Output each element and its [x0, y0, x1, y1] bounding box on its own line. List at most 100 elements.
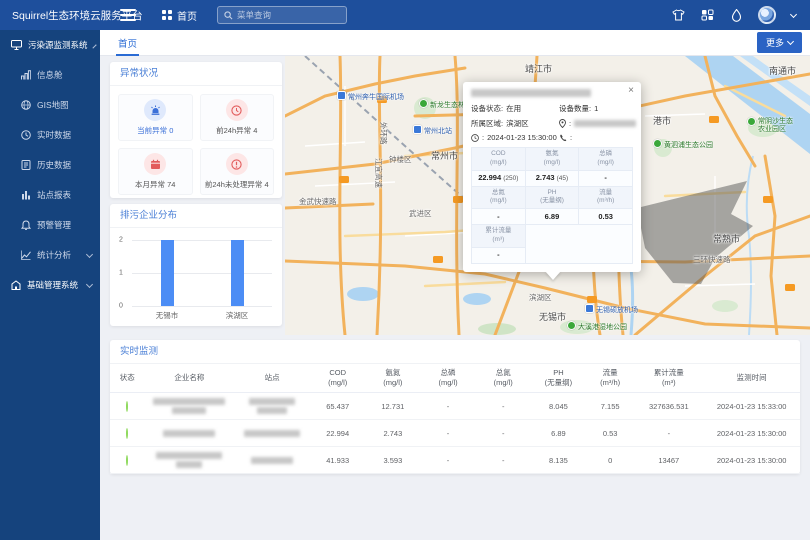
building-icon: [11, 280, 21, 290]
redacted-company: [153, 398, 225, 405]
map-label: 金武快速路: [299, 196, 337, 207]
sidebar-item-label: 站点报表: [37, 189, 71, 201]
train-station-icon: [413, 125, 422, 134]
stat-label: 前24h未处理异常 4: [205, 179, 269, 190]
chart-gridline: [132, 240, 272, 241]
search-icon: [224, 11, 233, 20]
poi-station: 常州北站: [413, 126, 452, 136]
sidebar-item-gis-map[interactable]: GIS地图: [0, 90, 100, 120]
map-label: 钟楼区: [389, 154, 412, 165]
hamburger-menu-icon[interactable]: [120, 6, 136, 24]
map-label: 南通市: [769, 64, 796, 77]
airport-icon: [585, 304, 594, 313]
stat-month-abnormal[interactable]: 本月异常 74: [118, 148, 193, 195]
table-row[interactable]: 41.9333.593 -- 8.1350 134672024-01-23 15…: [110, 447, 800, 474]
redacted-company: [156, 452, 222, 459]
chart-xlabel: 滨湖区: [226, 310, 249, 321]
bar-report-icon: [21, 190, 31, 200]
sidebar-item-label: 信息舱: [37, 69, 63, 81]
sidebar-item-label: 历史数据: [37, 159, 71, 171]
app-logo: Squirrel生态环境云服务平台: [0, 8, 112, 23]
clock-alert-icon: [226, 99, 248, 121]
close-icon[interactable]: ×: [628, 86, 634, 96]
bar-chart-plot: 012无锡市滨湖区: [132, 240, 272, 306]
breadcrumb[interactable]: 首页: [162, 8, 197, 23]
map-label: 靖江市: [525, 62, 552, 75]
location-pin-icon: [559, 119, 566, 128]
map-label: 常州市: [431, 149, 458, 162]
sidebar-group-basic-management[interactable]: 基础管理系统: [0, 270, 100, 300]
park-icon: [567, 321, 576, 330]
siren-icon: [144, 99, 166, 121]
sidebar-item-realtime-data[interactable]: 实时数据: [0, 120, 100, 150]
popup-measurements-table: COD(mg/l) 氨氮(mg/l) 总磷(mg/l) 22.994 (250)…: [471, 147, 633, 264]
park-icon: [653, 139, 662, 148]
gis-map[interactable]: 靖江市 南通市 港市 常州市 钟楼区 武进区 金武快速路 无锡市 滨湖区 常熟市…: [285, 56, 810, 335]
tab-bar: 首页 更多: [100, 30, 810, 56]
stat-unhandled-abnormal[interactable]: 前24h未处理异常 4: [200, 148, 275, 195]
redacted-popup-title: [471, 89, 591, 97]
sidebar-group-label: 污染源监测系统: [28, 39, 88, 51]
sidebar-item-label: 预警管理: [37, 219, 71, 231]
clock-icon: [471, 134, 479, 142]
table-row[interactable]: 65.43712.731 -- 8.0457.155 327636.531202…: [110, 393, 800, 420]
sidebar-item-warning-management[interactable]: 预警管理: [0, 210, 100, 240]
poi-park: 常阴沙生态农业园区: [747, 118, 799, 135]
sidebar-item-info-cabin[interactable]: 信息舱: [0, 60, 100, 90]
poi-park: 大溪港湿地公园: [567, 322, 627, 332]
popup-pointer: [545, 271, 561, 280]
grid-icon: [162, 10, 172, 20]
poi-park: 新龙生态林: [419, 100, 465, 110]
chevron-down-icon: [787, 38, 794, 45]
park-icon: [747, 117, 756, 126]
chevron-down-icon: [86, 250, 93, 257]
chart-ytick: 0: [119, 303, 123, 310]
poi-station: 常州奔牛国际机场: [337, 92, 404, 102]
panel-title: 异常状况: [110, 62, 282, 86]
status-normal-dot: [126, 455, 128, 466]
chart-ytick: 2: [119, 237, 123, 244]
table-header-row: 状态 企业名称 站点 COD(mg/l) 氨氮(mg/l) 总磷(mg/l) 总…: [110, 364, 800, 393]
search-input[interactable]: [237, 10, 340, 20]
table-row[interactable]: 22.9942.743 -- 6.890.53 -2024-01-23 15:3…: [110, 420, 800, 447]
more-button[interactable]: 更多: [757, 32, 802, 53]
realtime-monitor-panel: 实时监测 状态 企业名称 站点 COD(mg/l) 氨氮(mg/l) 总磷(mg…: [110, 340, 800, 474]
map-label: 无锡市: [539, 310, 566, 323]
panel-title: 排污企业分布: [110, 204, 282, 228]
enterprise-distribution-panel: 排污企业分布 012无锡市滨湖区: [110, 204, 282, 326]
redacted-station: [251, 457, 293, 464]
map-label: 江宜高速: [373, 158, 384, 188]
stat-label: 本月异常 74: [135, 179, 175, 190]
redacted-company: [176, 461, 202, 468]
flame-icon[interactable]: [729, 8, 743, 22]
map-label: 武进区: [409, 208, 432, 219]
user-avatar[interactable]: [758, 6, 776, 24]
chart-gridline: [132, 273, 272, 274]
chevron-down-icon: [86, 280, 93, 287]
stat-current-abnormal[interactable]: 当前异常 0: [118, 94, 193, 141]
sidebar-item-station-report[interactable]: 站点报表: [0, 180, 100, 210]
stats-grid: 当前异常 0 前24h异常 4 本月异常 74 前24h未处理异常 4: [110, 86, 282, 203]
poi-station: 无锡硕放机场: [585, 305, 638, 315]
chevron-down-icon[interactable]: [790, 10, 797, 17]
tab-home[interactable]: 首页: [116, 30, 139, 56]
multi-screen-icon[interactable]: [700, 8, 714, 22]
status-normal-dot: [126, 401, 128, 412]
header-actions: [671, 6, 810, 24]
stat-label: 前24h异常 4: [216, 125, 257, 136]
sidebar-group-pollution-monitoring[interactable]: 污染源监测系统: [0, 30, 100, 60]
sidebar-item-label: GIS地图: [37, 99, 69, 111]
trend-icon: [21, 250, 31, 260]
menu-search[interactable]: [217, 6, 347, 24]
map-label: 滨湖区: [529, 292, 552, 303]
sidebar-group-label: 基础管理系统: [27, 279, 78, 291]
map-label: 常熟市: [713, 232, 740, 245]
sidebar-item-statistics[interactable]: 统计分析: [0, 240, 100, 270]
abnormal-status-panel: 异常状况 当前异常 0 前24h异常 4 本月异常 74: [110, 62, 282, 198]
status-normal-dot: [126, 428, 128, 439]
theme-skin-icon[interactable]: [671, 8, 685, 22]
stat-last-24h-abnormal[interactable]: 前24h异常 4: [200, 94, 275, 141]
airport-icon: [337, 91, 346, 100]
map-label: 外环路: [378, 122, 389, 145]
sidebar-item-history-data[interactable]: 历史数据: [0, 150, 100, 180]
